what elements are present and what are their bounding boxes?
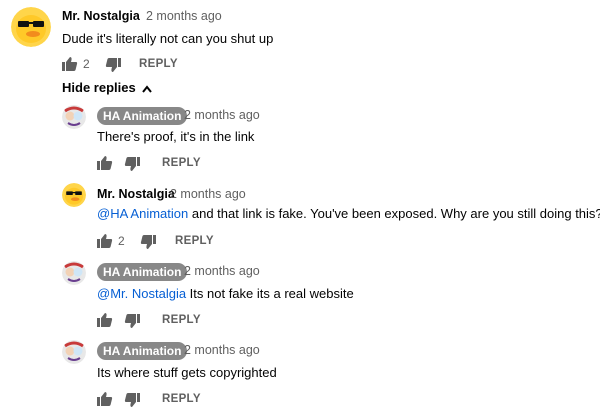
reply-body: Its where stuff gets copyrighted xyxy=(97,365,277,380)
reply-author[interactable]: Mr. Nostalgia xyxy=(97,187,175,201)
dislike-icon[interactable] xyxy=(124,313,140,329)
dislike-icon[interactable] xyxy=(105,57,121,73)
avatar-ha-animation[interactable] xyxy=(62,105,86,129)
dislike-icon[interactable] xyxy=(140,234,156,250)
avatar-mr-nostalgia[interactable] xyxy=(62,183,86,207)
like-icon[interactable] xyxy=(97,312,113,328)
reply-text: There's proof, it's in the link xyxy=(97,129,254,144)
like-icon[interactable] xyxy=(97,155,113,171)
dislike-icon[interactable] xyxy=(124,392,140,408)
reply-text: Its where stuff gets copyrighted xyxy=(97,365,277,380)
reply-timestamp[interactable]: 2 months ago xyxy=(184,343,260,357)
sunglasses-duck-icon xyxy=(11,7,51,47)
reply-text: @Mr. Nostalgia Its not fake its a real w… xyxy=(97,286,354,301)
comment-author[interactable]: Mr. Nostalgia xyxy=(62,9,140,23)
ha-animation-avatar-icon xyxy=(62,105,86,129)
reply-timestamp[interactable]: 2 months ago xyxy=(184,264,260,278)
mention-link[interactable]: @Mr. Nostalgia xyxy=(97,286,186,301)
reply-button[interactable]: REPLY xyxy=(162,314,201,326)
mention-link[interactable]: @HA Animation xyxy=(97,206,188,221)
reply-button[interactable]: REPLY xyxy=(162,393,201,405)
chevron-up-icon xyxy=(142,84,153,93)
author-chip[interactable]: HA Animation xyxy=(97,342,188,360)
reply-actions: REPLY xyxy=(97,391,297,409)
like-icon[interactable] xyxy=(62,56,78,72)
like-icon[interactable] xyxy=(97,391,113,407)
avatar-ha-animation[interactable] xyxy=(62,261,86,285)
comment-actions: 2 REPLY xyxy=(62,56,262,74)
hide-replies-toggle[interactable]: Hide replies xyxy=(62,80,153,95)
reply-actions: 2 REPLY xyxy=(97,233,297,251)
author-chip[interactable]: HA Animation xyxy=(97,263,188,281)
like-count: 2 xyxy=(118,234,125,248)
author-chip[interactable]: HA Animation xyxy=(97,107,188,125)
reply-actions: REPLY xyxy=(97,312,297,330)
hide-replies-label: Hide replies xyxy=(62,80,136,95)
reply-button[interactable]: REPLY xyxy=(175,235,214,247)
comment-timestamp[interactable]: 2 months ago xyxy=(146,9,222,23)
ha-animation-avatar-icon xyxy=(62,261,86,285)
reply-text: @HA Animation and that link is fake. You… xyxy=(97,206,600,221)
reply-body: Its not fake its a real website xyxy=(186,286,354,301)
avatar-mr-nostalgia[interactable] xyxy=(11,7,51,47)
reply-actions: REPLY xyxy=(97,155,297,173)
comment-text: Dude it's literally not can you shut up xyxy=(62,31,274,46)
reply-body: There's proof, it's in the link xyxy=(97,129,255,144)
like-count: 2 xyxy=(83,57,90,71)
sunglasses-duck-icon xyxy=(62,183,86,207)
dislike-icon[interactable] xyxy=(124,156,140,172)
reply-button[interactable]: REPLY xyxy=(139,58,178,70)
ha-animation-avatar-icon xyxy=(62,340,86,364)
reply-body: and that link is fake. You've been expos… xyxy=(188,206,600,221)
avatar-ha-animation[interactable] xyxy=(62,340,86,364)
reply-timestamp[interactable]: 2 months ago xyxy=(184,108,260,122)
reply-button[interactable]: REPLY xyxy=(162,157,201,169)
reply-timestamp[interactable]: 2 months ago xyxy=(170,187,246,201)
like-icon[interactable] xyxy=(97,233,113,249)
